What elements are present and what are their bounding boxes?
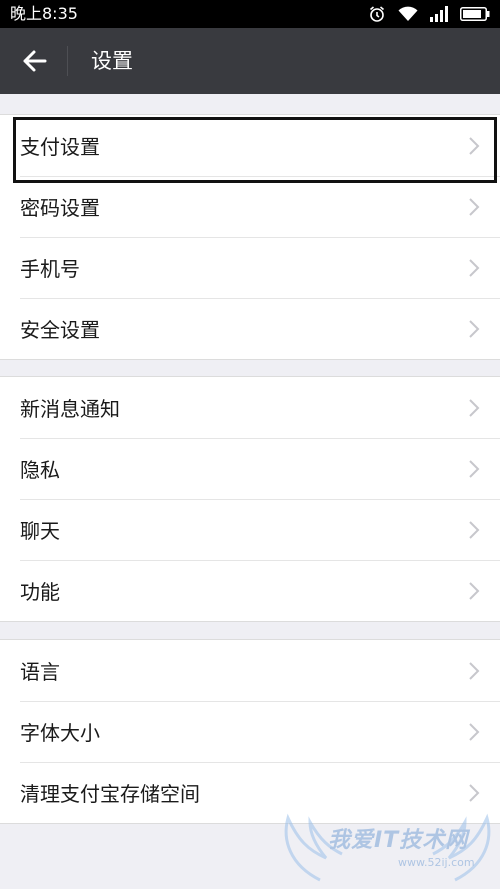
watermark-url: www.52ij.com: [398, 856, 475, 869]
settings-item-privacy[interactable]: 隐私: [0, 438, 500, 499]
settings-item-label: 功能: [20, 580, 60, 604]
watermark: 我爱IT技术网 www.52ij.com: [280, 810, 495, 884]
wifi-icon: [398, 6, 418, 22]
chevron-right-icon: [469, 399, 480, 417]
page-title: 设置: [91, 49, 133, 73]
settings-item-label: 新消息通知: [20, 397, 120, 421]
settings-item-font-size[interactable]: 字体大小: [0, 701, 500, 762]
chevron-right-icon: [469, 582, 480, 600]
settings-item-phone[interactable]: 手机号: [0, 237, 500, 298]
alarm-icon: [368, 5, 386, 23]
chevron-right-icon: [469, 259, 480, 277]
settings-item-chat[interactable]: 聊天: [0, 499, 500, 560]
settings-group-account: 支付设置 密码设置 手机号 安全设置: [0, 114, 500, 360]
chevron-right-icon: [469, 198, 480, 216]
nav-divider: [67, 46, 68, 76]
signal-icon: [430, 6, 448, 22]
chevron-right-icon: [469, 784, 480, 802]
settings-item-label: 隐私: [20, 458, 60, 482]
chevron-right-icon: [469, 723, 480, 741]
settings-item-payment[interactable]: 支付设置: [0, 115, 500, 176]
nav-bar: 设置: [0, 28, 500, 94]
settings-item-label: 安全设置: [20, 318, 100, 342]
settings-group-general: 新消息通知 隐私 聊天 功能: [0, 376, 500, 622]
settings-item-label: 清理支付宝存储空间: [20, 782, 200, 806]
chevron-right-icon: [469, 137, 480, 155]
settings-item-label: 密码设置: [20, 196, 100, 220]
settings-item-notifications[interactable]: 新消息通知: [0, 377, 500, 438]
chevron-right-icon: [469, 662, 480, 680]
status-bar: 晚上8:35: [0, 0, 500, 28]
settings-item-label: 字体大小: [20, 721, 100, 745]
settings-item-language[interactable]: 语言: [0, 640, 500, 701]
chevron-right-icon: [469, 521, 480, 539]
back-button[interactable]: [14, 44, 54, 78]
settings-item-label: 支付设置: [20, 135, 100, 159]
watermark-text: 我爱IT技术网: [328, 828, 469, 853]
status-time: 晚上8:35: [10, 4, 78, 23]
settings-item-password[interactable]: 密码设置: [0, 176, 500, 237]
arrow-left-icon: [23, 50, 47, 72]
chevron-right-icon: [469, 460, 480, 478]
settings-item-security[interactable]: 安全设置: [0, 298, 500, 359]
settings-group-display: 语言 字体大小 清理支付宝存储空间: [0, 639, 500, 824]
settings-item-label: 语言: [20, 660, 60, 684]
settings-item-label: 聊天: [20, 519, 60, 543]
chevron-right-icon: [469, 320, 480, 338]
settings-item-features[interactable]: 功能: [0, 560, 500, 621]
settings-item-label: 手机号: [20, 257, 80, 281]
battery-icon: [460, 7, 490, 21]
status-icons: [368, 4, 490, 24]
